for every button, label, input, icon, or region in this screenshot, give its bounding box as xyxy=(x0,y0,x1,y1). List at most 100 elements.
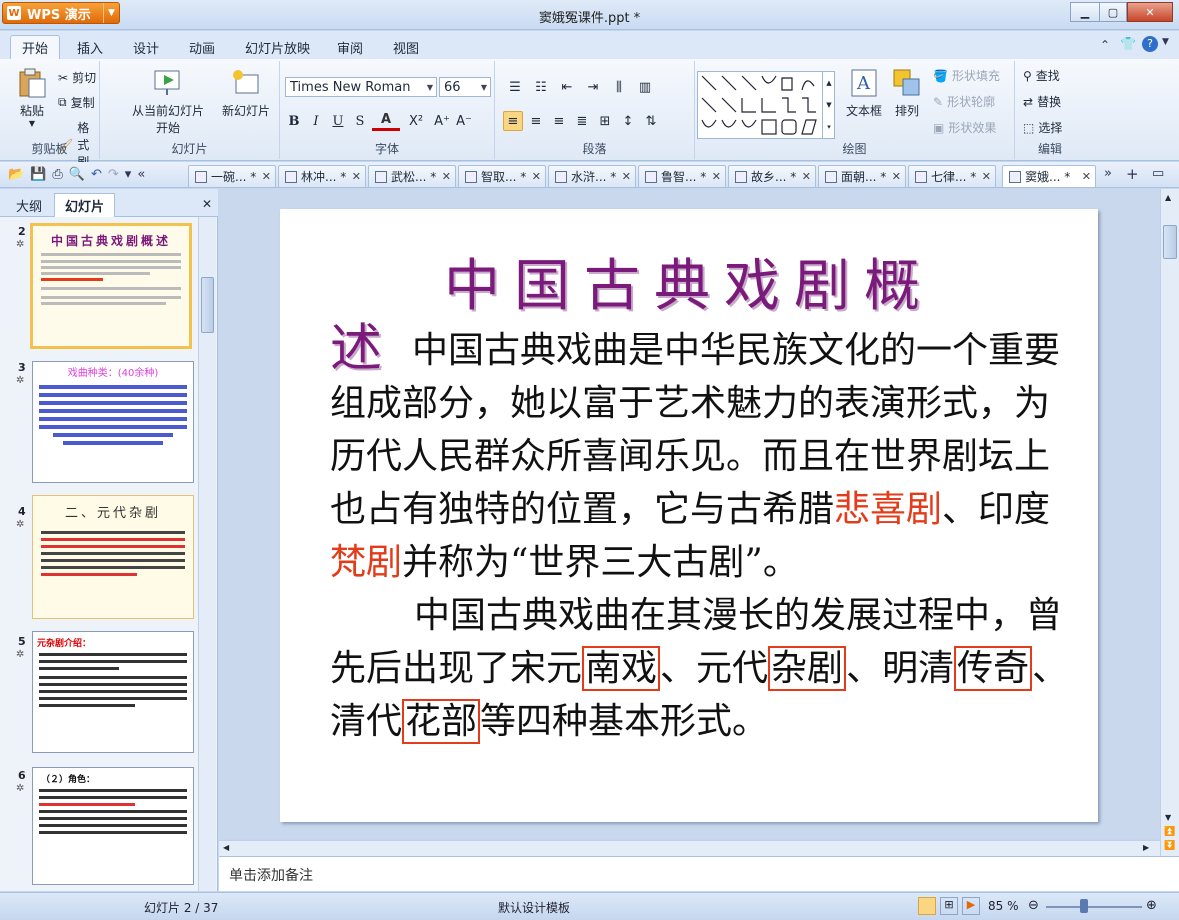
increase-indent-icon[interactable]: ⇥ xyxy=(583,77,603,97)
align-left-icon[interactable]: ≡ xyxy=(503,111,523,131)
tab-review[interactable]: 审阅 xyxy=(326,35,374,59)
tab-list-icon[interactable]: ▭ xyxy=(1152,166,1164,181)
tab-outline[interactable]: 大纲 xyxy=(6,193,52,217)
close-icon[interactable]: ✕ xyxy=(532,170,541,183)
doc-tab[interactable]: 武松... * ✕ xyxy=(368,165,456,187)
doc-tab[interactable]: 面朝... * ✕ xyxy=(818,165,906,187)
font-size-select[interactable]: 66 ▼ xyxy=(439,77,491,97)
minimize-button[interactable]: ▁ xyxy=(1070,2,1100,22)
paste-button[interactable]: 粘贴 ▼ xyxy=(14,67,50,128)
doc-tab[interactable]: 一碗... * ✕ xyxy=(188,165,276,187)
underline-button[interactable]: U xyxy=(328,111,348,131)
close-icon[interactable]: ✕ xyxy=(892,170,901,183)
textbox-button[interactable]: A 文本框 xyxy=(843,67,885,119)
maximize-button[interactable]: ▢ xyxy=(1099,2,1127,22)
shape-fill-button[interactable]: 🪣 形状填充 xyxy=(933,67,1000,84)
close-icon[interactable]: ✕ xyxy=(712,170,721,183)
zoom-slider[interactable] xyxy=(1046,906,1142,908)
columns-icon[interactable]: ▥ xyxy=(635,77,655,97)
italic-button[interactable]: I xyxy=(306,111,326,131)
bullet-list-icon[interactable]: ☰ xyxy=(505,77,525,97)
shrink-font-button[interactable]: A⁻ xyxy=(454,111,474,131)
help-icon[interactable]: ? xyxy=(1142,36,1158,52)
editor-scroll-thumb[interactable] xyxy=(1163,225,1177,259)
superscript-button[interactable]: X² xyxy=(402,111,430,131)
prev-slide-icon[interactable]: ⏫ xyxy=(1164,827,1175,837)
notes-pane[interactable]: 单击添加备注 xyxy=(219,856,1179,891)
align-right-icon[interactable]: ≡ xyxy=(549,111,569,131)
scroll-down-icon[interactable]: ▼ xyxy=(1165,813,1171,822)
close-icon[interactable]: ✕ xyxy=(262,170,271,183)
chevron-down-icon[interactable]: ▼ xyxy=(1162,37,1169,47)
open-folder-icon[interactable]: 📂 xyxy=(8,167,24,182)
shape-effect-button[interactable]: ▣ 形状效果 xyxy=(933,119,996,136)
shapes-gallery[interactable]: ▲ ▼ ▾ xyxy=(697,71,835,139)
doc-tab[interactable]: 故乡... * ✕ xyxy=(728,165,816,187)
normal-view-icon[interactable] xyxy=(918,897,936,915)
shadow-button[interactable]: S xyxy=(350,111,370,131)
align-center-icon[interactable]: ≡ xyxy=(526,111,546,131)
justify-icon[interactable]: ≣ xyxy=(572,111,592,131)
close-icon[interactable]: ✕ xyxy=(352,170,361,183)
new-slide-button[interactable]: 新幻灯片 xyxy=(216,67,276,119)
zoom-slider-handle[interactable] xyxy=(1080,899,1088,913)
decrease-indent-icon[interactable]: ⇤ xyxy=(557,77,577,97)
tab-view[interactable]: 视图 xyxy=(382,35,430,59)
doc-tab[interactable]: 水浒... * ✕ xyxy=(548,165,636,187)
doc-tab[interactable]: 七律... * ✕ xyxy=(908,165,996,187)
arrange-button[interactable]: 排列 xyxy=(891,67,923,119)
slide-thumbnail[interactable]: 元杂剧介绍： xyxy=(32,631,194,753)
font-family-select[interactable]: Times New Roman ▼ xyxy=(285,77,437,97)
slide-sorter-icon[interactable]: ⊞ xyxy=(940,897,958,915)
chevron-left-icon[interactable]: « xyxy=(137,167,145,182)
print-preview-icon[interactable]: 🔍 xyxy=(69,167,85,182)
ribbon-collapse-icon[interactable]: ⌃ xyxy=(1100,38,1110,52)
select-button[interactable]: ⬚ 选择 xyxy=(1023,119,1062,136)
replace-button[interactable]: ⇄ 替换 xyxy=(1023,93,1061,110)
find-button[interactable]: ⚲ 查找 xyxy=(1023,67,1060,84)
text-direction-icon[interactable]: ⫼ xyxy=(609,77,629,97)
numbered-list-icon[interactable]: ☷ xyxy=(531,77,551,97)
close-icon[interactable]: ✕ xyxy=(622,170,631,183)
editor-scrollbar[interactable]: ▲ ▼ ⏫ ⏬ xyxy=(1160,189,1179,856)
slide-title[interactable]: 中国古典戏剧概 xyxy=(280,241,1098,322)
doc-tab[interactable]: 鲁智... * ✕ xyxy=(638,165,726,187)
text-align-icon[interactable]: ⇅ xyxy=(641,111,661,131)
slide-thumbnail-selected[interactable]: 中国古典戏剧概述 xyxy=(30,223,192,349)
slide-body-text[interactable]: 述中国古典戏曲是中华民族文化的一个重要组成部分，她以富于艺术魅力的表演形式，为历… xyxy=(330,323,1070,748)
redo-icon[interactable]: ↷ xyxy=(108,167,119,182)
tab-slides[interactable]: 幻灯片 xyxy=(54,193,116,217)
shape-outline-button[interactable]: ✎ 形状轮廓 xyxy=(933,93,995,110)
tab-insert[interactable]: 插入 xyxy=(66,35,114,59)
tab-home[interactable]: 开始 xyxy=(10,35,61,59)
slide-thumbnail[interactable]: 戏曲种类：(40余种) xyxy=(32,361,194,483)
skin-icon[interactable]: 👕 xyxy=(1120,37,1136,52)
scroll-right-icon[interactable]: ▶ xyxy=(1143,843,1149,852)
close-icon[interactable]: ✕ xyxy=(802,170,811,183)
close-icon[interactable]: ✕ xyxy=(1082,170,1091,183)
scroll-up-icon[interactable]: ▲ xyxy=(1165,193,1171,202)
tab-animation[interactable]: 动画 xyxy=(178,35,226,59)
font-color-button[interactable]: A xyxy=(372,111,400,131)
slide-thumbnail[interactable]: （２）角色： xyxy=(32,767,194,885)
gallery-scroll[interactable]: ▲ ▼ ▾ xyxy=(822,72,835,138)
tab-slideshow[interactable]: 幻灯片放映 xyxy=(234,35,321,59)
wps-app-menu-button[interactable]: W WPS 演示 ▼ xyxy=(2,2,120,24)
save-icon[interactable]: 💾 xyxy=(30,167,46,182)
panel-scrollbar[interactable] xyxy=(198,217,216,891)
undo-icon[interactable]: ↶ xyxy=(91,167,102,182)
close-icon[interactable]: ✕ xyxy=(442,170,451,183)
next-slide-icon[interactable]: ⏬ xyxy=(1164,841,1175,851)
play-from-current-button[interactable]: 从当前幻灯片 开始 xyxy=(128,67,208,136)
line-spacing-icon[interactable]: ↕ xyxy=(618,111,638,131)
cut-button[interactable]: ✂ 剪切 xyxy=(58,69,96,86)
doc-tab-active[interactable]: 窦娥... * ✕ xyxy=(1002,165,1096,187)
customize-icon[interactable]: ▾ xyxy=(125,167,132,182)
print-icon[interactable]: ⎙ xyxy=(52,167,62,182)
close-icon[interactable]: ✕ xyxy=(982,170,991,183)
zoom-in-icon[interactable]: ⊕ xyxy=(1146,898,1157,913)
doc-tab[interactable]: 智取... * ✕ xyxy=(458,165,546,187)
close-window-button[interactable]: ✕ xyxy=(1127,2,1173,22)
new-tab-icon[interactable]: + xyxy=(1126,165,1139,183)
grow-font-button[interactable]: A⁺ xyxy=(432,111,452,131)
